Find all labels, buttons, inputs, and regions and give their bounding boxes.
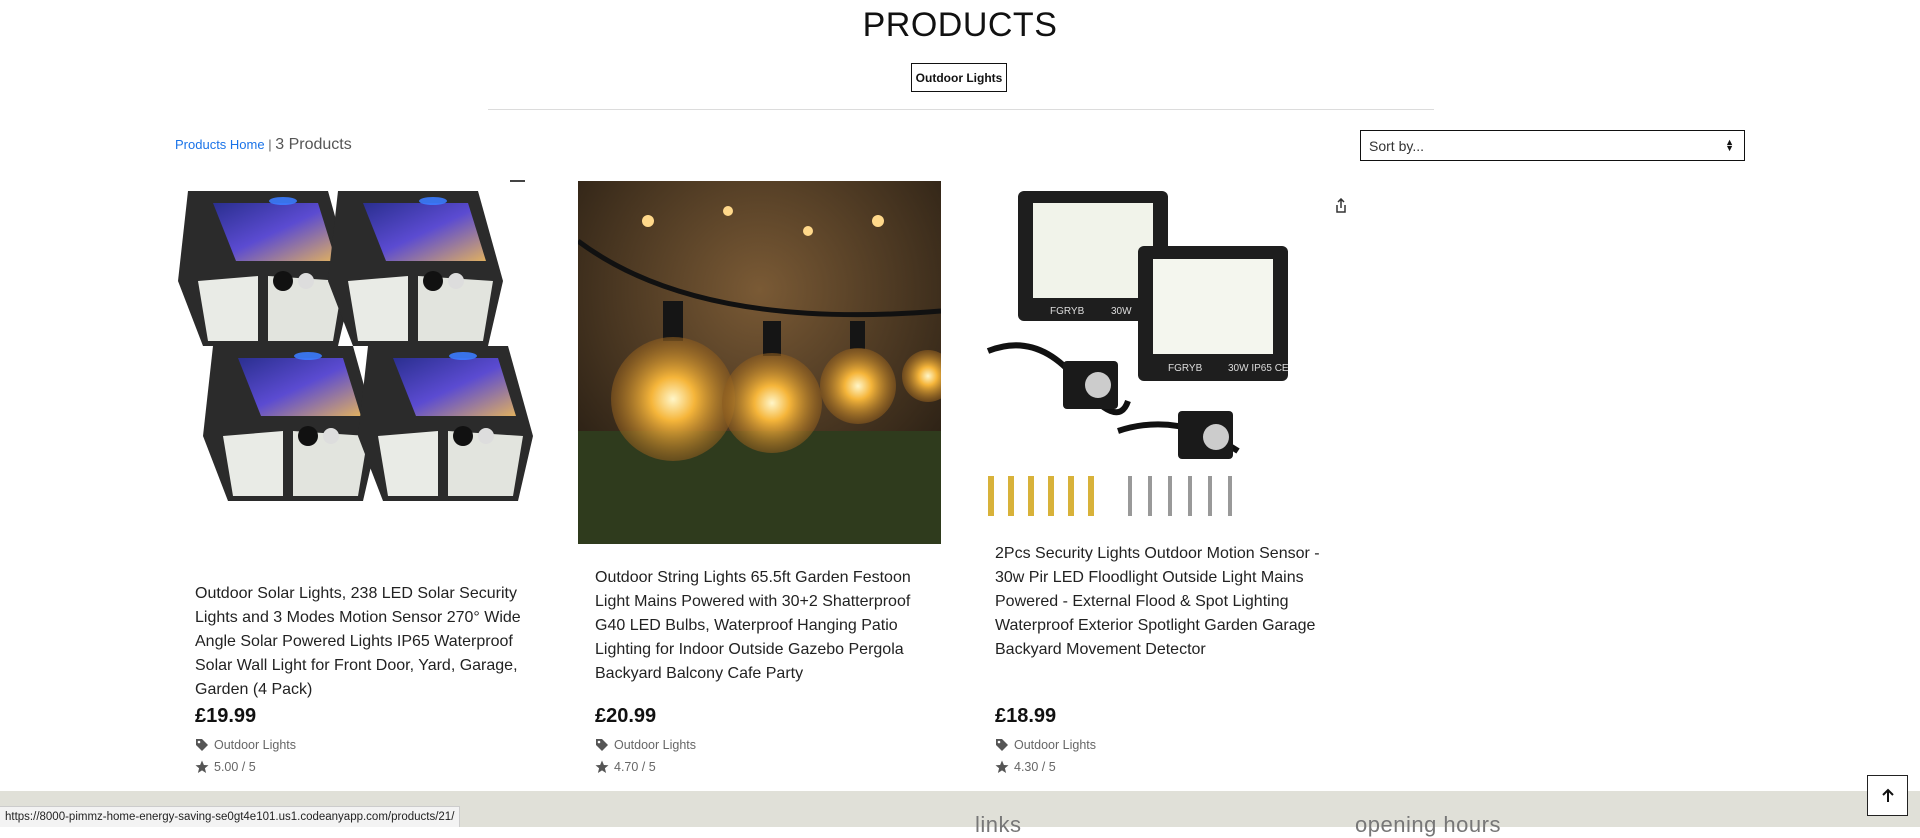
svg-text:30W: 30W [1111, 306, 1132, 317]
product-price: £20.99 [595, 705, 657, 727]
sort-select-value: Sort by... [1369, 137, 1424, 154]
product-count: 3 Products [275, 136, 352, 153]
product-image[interactable] [178, 181, 542, 551]
page-title: PRODUCTS [862, 6, 1058, 44]
status-bar-url: https://8000-pimmz-home-energy-saving-se… [0, 806, 461, 827]
rating-value: 5.00 / 5 [214, 760, 256, 774]
product-category[interactable]: Outdoor Lights [595, 738, 696, 752]
back-to-top-button[interactable] [1867, 775, 1908, 816]
product-price: £19.99 [195, 705, 257, 727]
product-category[interactable]: Outdoor Lights [995, 738, 1096, 752]
arrow-up-icon [1881, 788, 1894, 802]
select-arrows-icon: ▲ ▼ [1725, 137, 1734, 153]
star-icon [595, 760, 609, 773]
product-title[interactable]: 2Pcs Security Lights Outdoor Motion Sens… [995, 542, 1325, 662]
star-icon [995, 760, 1009, 773]
product-title[interactable]: Outdoor String Lights 65.5ft Garden Fest… [595, 566, 935, 686]
product-image[interactable]: FGRYB 30W FGRYB 30W IP65 CE [978, 181, 1314, 526]
header-divider [488, 109, 1434, 110]
category-label: Outdoor Lights [214, 738, 296, 752]
star-icon [195, 760, 209, 773]
product-price: £18.99 [995, 705, 1057, 727]
footer-links-heading: links [975, 812, 1022, 837]
product-rating: 4.30 / 5 [995, 760, 1056, 774]
products-home-link[interactable]: Products Home [175, 137, 265, 152]
product-image[interactable] [578, 181, 941, 544]
product-rating: 4.70 / 5 [595, 760, 656, 774]
tag-icon [596, 739, 608, 751]
svg-text:FGRYB: FGRYB [1050, 306, 1085, 317]
category-label: Outdoor Lights [1014, 738, 1096, 752]
product-category[interactable]: Outdoor Lights [195, 738, 296, 752]
product-title[interactable]: Outdoor Solar Lights, 238 LED Solar Secu… [195, 582, 525, 702]
svg-text:FGRYB: FGRYB [1168, 363, 1203, 374]
share-icon[interactable] [1334, 198, 1348, 214]
category-label: Outdoor Lights [614, 738, 696, 752]
tag-icon [996, 739, 1008, 751]
rating-value: 4.30 / 5 [1014, 760, 1056, 774]
sort-select[interactable]: Sort by... ▲ ▼ [1360, 130, 1745, 161]
breadcrumb-separator: | [268, 137, 272, 152]
footer-hours-heading: opening hours [1355, 812, 1501, 837]
tag-icon [196, 739, 208, 751]
svg-text:30W IP65 CE: 30W IP65 CE [1228, 363, 1289, 374]
remove-icon[interactable] [510, 180, 525, 182]
product-rating: 5.00 / 5 [195, 760, 256, 774]
rating-value: 4.70 / 5 [614, 760, 656, 774]
category-filter-button[interactable]: Outdoor Lights [911, 63, 1007, 92]
breadcrumb: Products Home | 3 Products [175, 136, 352, 154]
